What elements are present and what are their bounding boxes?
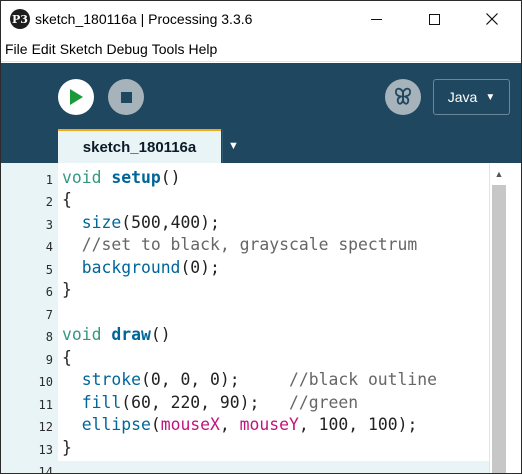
line-number: 2 bbox=[45, 195, 53, 209]
builtin-function: ellipse bbox=[81, 415, 151, 434]
code-line-4: //set to black, grayscale spectrum bbox=[62, 234, 418, 256]
menu-sketch[interactable]: Sketch bbox=[60, 41, 103, 57]
tab-menu-arrow-icon: ▼ bbox=[228, 140, 239, 152]
debugger-button[interactable] bbox=[385, 79, 421, 115]
tab-strip: sketch_180116a ▼ bbox=[1, 129, 521, 163]
mode-label: Java bbox=[447, 89, 478, 105]
arguments: (60, 220, 90); bbox=[121, 393, 260, 412]
menu-file[interactable]: File bbox=[5, 41, 28, 57]
tab-menu-button[interactable]: ▼ bbox=[222, 129, 244, 163]
punctuation: ( bbox=[150, 415, 161, 434]
line-number: 4 bbox=[45, 240, 53, 254]
butterfly-icon bbox=[394, 87, 412, 105]
line-number: 8 bbox=[45, 330, 53, 344]
title-bar: P3 sketch_180116a | Processing 3.3.6 bbox=[1, 1, 521, 37]
line-number: 3 bbox=[45, 218, 53, 232]
punctuation: , bbox=[219, 415, 240, 434]
scroll-up-icon[interactable]: ▲ bbox=[490, 167, 508, 181]
builtin-function: background bbox=[81, 258, 181, 277]
code-line-1: void setup() bbox=[62, 167, 180, 189]
stop-icon bbox=[120, 91, 132, 103]
menu-tools[interactable]: Tools bbox=[152, 41, 185, 57]
code-line-5: background(0); bbox=[62, 257, 220, 279]
variable: mouseX bbox=[160, 415, 220, 434]
window-controls bbox=[347, 1, 521, 37]
maximize-icon bbox=[428, 13, 440, 25]
scrollbar-thumb[interactable] bbox=[492, 185, 506, 473]
minimize-icon bbox=[370, 18, 382, 20]
builtin-function: fill bbox=[81, 393, 122, 412]
builtin-function: size bbox=[81, 213, 122, 232]
line-number: 6 bbox=[45, 285, 53, 299]
code-line-10: stroke(0, 0, 0); //black outline bbox=[62, 369, 437, 391]
line-number: 10 bbox=[38, 375, 53, 389]
comment: //black outline bbox=[289, 370, 438, 389]
maximize-button[interactable] bbox=[405, 1, 463, 37]
arguments: , 100, 100); bbox=[298, 415, 418, 434]
comment: //green bbox=[289, 393, 359, 412]
code-line-12: ellipse(mouseX, mouseY, 100, 100); bbox=[62, 414, 418, 436]
chevron-down-icon: ▼ bbox=[485, 91, 496, 103]
line-number: 12 bbox=[38, 420, 53, 434]
processing-window: P3 sketch_180116a | Processing 3.3.6 Fil… bbox=[0, 0, 522, 474]
code-line-6: } bbox=[62, 280, 72, 299]
code-line-3: size(500,400); bbox=[62, 212, 220, 234]
menu-debug[interactable]: Debug bbox=[107, 41, 148, 57]
builtin-function: stroke bbox=[81, 370, 141, 389]
play-icon bbox=[70, 89, 83, 105]
close-icon bbox=[486, 13, 498, 25]
arguments: (0); bbox=[180, 258, 220, 277]
code-line-13: } bbox=[62, 438, 72, 457]
tab-sketch[interactable]: sketch_180116a bbox=[58, 129, 221, 163]
line-number-gutter: 1 2 3 4 5 6 7 8 9 10 11 12 13 14 bbox=[1, 163, 58, 474]
menu-edit[interactable]: Edit bbox=[32, 41, 56, 57]
keyword-type: void bbox=[62, 325, 102, 344]
line-number: 11 bbox=[38, 398, 53, 412]
line-number: 1 bbox=[45, 173, 53, 187]
close-button[interactable] bbox=[463, 1, 521, 37]
code-line-9: { bbox=[62, 348, 72, 367]
processing-logo-icon: P3 bbox=[10, 9, 30, 29]
minimize-button[interactable] bbox=[347, 1, 405, 37]
function-name: draw bbox=[111, 325, 151, 344]
function-name: setup bbox=[111, 168, 161, 187]
code-line-11: fill(60, 220, 90); //green bbox=[62, 392, 358, 414]
menu-help[interactable]: Help bbox=[188, 41, 217, 57]
punctuation: () bbox=[160, 168, 181, 187]
arguments: (0, 0, 0); bbox=[140, 370, 240, 389]
run-button[interactable] bbox=[58, 79, 94, 115]
editor-right-margin bbox=[508, 163, 521, 473]
current-line-highlight bbox=[58, 461, 489, 473]
code-line-2: { bbox=[62, 190, 72, 209]
menu-bar: File Edit Sketch Debug Tools Help bbox=[1, 37, 521, 62]
keyword-type: void bbox=[62, 168, 102, 187]
punctuation: () bbox=[150, 325, 171, 344]
stop-button[interactable] bbox=[108, 79, 144, 115]
window-title: sketch_180116a | Processing 3.3.6 bbox=[35, 11, 253, 27]
vertical-scrollbar[interactable]: ▲ bbox=[489, 163, 508, 473]
variable: mouseY bbox=[239, 415, 299, 434]
line-number: 13 bbox=[38, 443, 53, 457]
arguments: (500,400); bbox=[121, 213, 220, 232]
code-line-8: void draw() bbox=[62, 324, 171, 346]
comment: //set to black, grayscale spectrum bbox=[81, 235, 418, 254]
mode-selector[interactable]: Java ▼ bbox=[433, 79, 510, 115]
toolbar: Java ▼ bbox=[1, 63, 521, 129]
code-editor[interactable]: 1 2 3 4 5 6 7 8 9 10 11 12 13 14 void se… bbox=[1, 163, 521, 474]
line-number: 14 bbox=[38, 465, 53, 474]
line-number: 5 bbox=[45, 263, 53, 277]
line-number: 9 bbox=[45, 353, 53, 367]
line-number: 7 bbox=[45, 308, 53, 322]
